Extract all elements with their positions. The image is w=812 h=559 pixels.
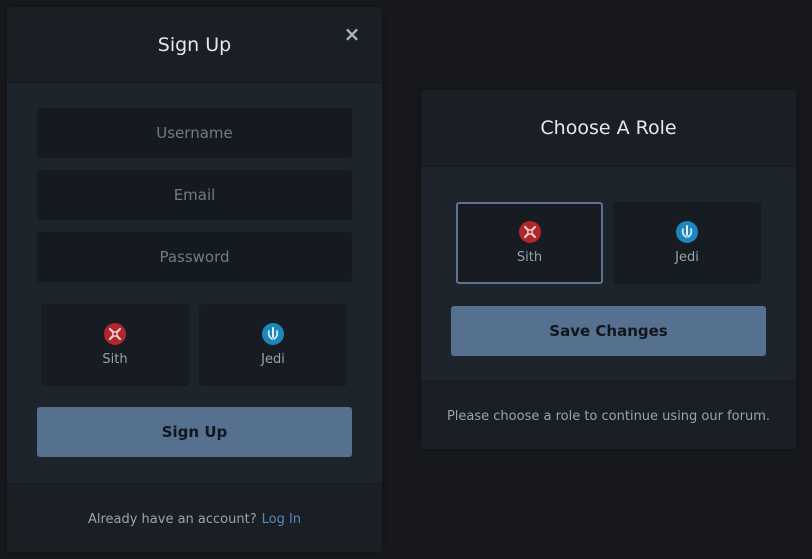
role-header: Choose A Role xyxy=(421,90,796,167)
role-label-jedi: Jedi xyxy=(675,250,699,265)
signup-modal: Sign Up × Sith xyxy=(7,7,382,552)
role-label-sith: Sith xyxy=(102,352,128,367)
signup-role-selector: Sith Jedi xyxy=(41,304,382,386)
save-changes-button[interactable]: Save Changes xyxy=(451,306,766,356)
role-option-jedi[interactable]: Jedi xyxy=(199,304,347,386)
role-modal: Choose A Role Sith Jedi Save Changes Ple… xyxy=(421,90,796,449)
signup-title: Sign Up xyxy=(157,33,232,56)
role-body: Sith Jedi Save Changes xyxy=(421,167,796,380)
role-label-jedi: Jedi xyxy=(261,352,285,367)
role-option-jedi[interactable]: Jedi xyxy=(613,202,761,284)
role-option-sith[interactable]: Sith xyxy=(41,304,189,386)
email-input[interactable] xyxy=(37,170,352,220)
jedi-emblem-icon xyxy=(676,221,698,243)
sith-emblem-icon xyxy=(518,221,541,243)
password-input[interactable] xyxy=(37,232,352,282)
signup-body: Sith Jedi Sign Up xyxy=(7,83,382,483)
jedi-emblem-icon xyxy=(262,323,284,345)
role-title: Choose A Role xyxy=(540,117,677,139)
sith-emblem-icon xyxy=(104,323,126,345)
role-option-sith[interactable]: Sith xyxy=(456,202,603,284)
role-footer: Please choose a role to continue using o… xyxy=(421,380,796,449)
signup-header: Sign Up × xyxy=(7,7,382,83)
role-label-sith: Sith xyxy=(516,250,543,265)
login-link[interactable]: Log In xyxy=(262,512,301,527)
signup-footer-text: Already have an account? xyxy=(87,511,257,527)
role-footer-text: Please choose a role to continue using o… xyxy=(446,408,771,424)
username-input[interactable] xyxy=(37,108,352,158)
signup-button[interactable]: Sign Up xyxy=(37,407,352,457)
close-icon[interactable]: × xyxy=(343,24,361,44)
signup-footer: Already have an account? Log In xyxy=(7,483,382,552)
role-selector: Sith Jedi xyxy=(456,202,796,284)
